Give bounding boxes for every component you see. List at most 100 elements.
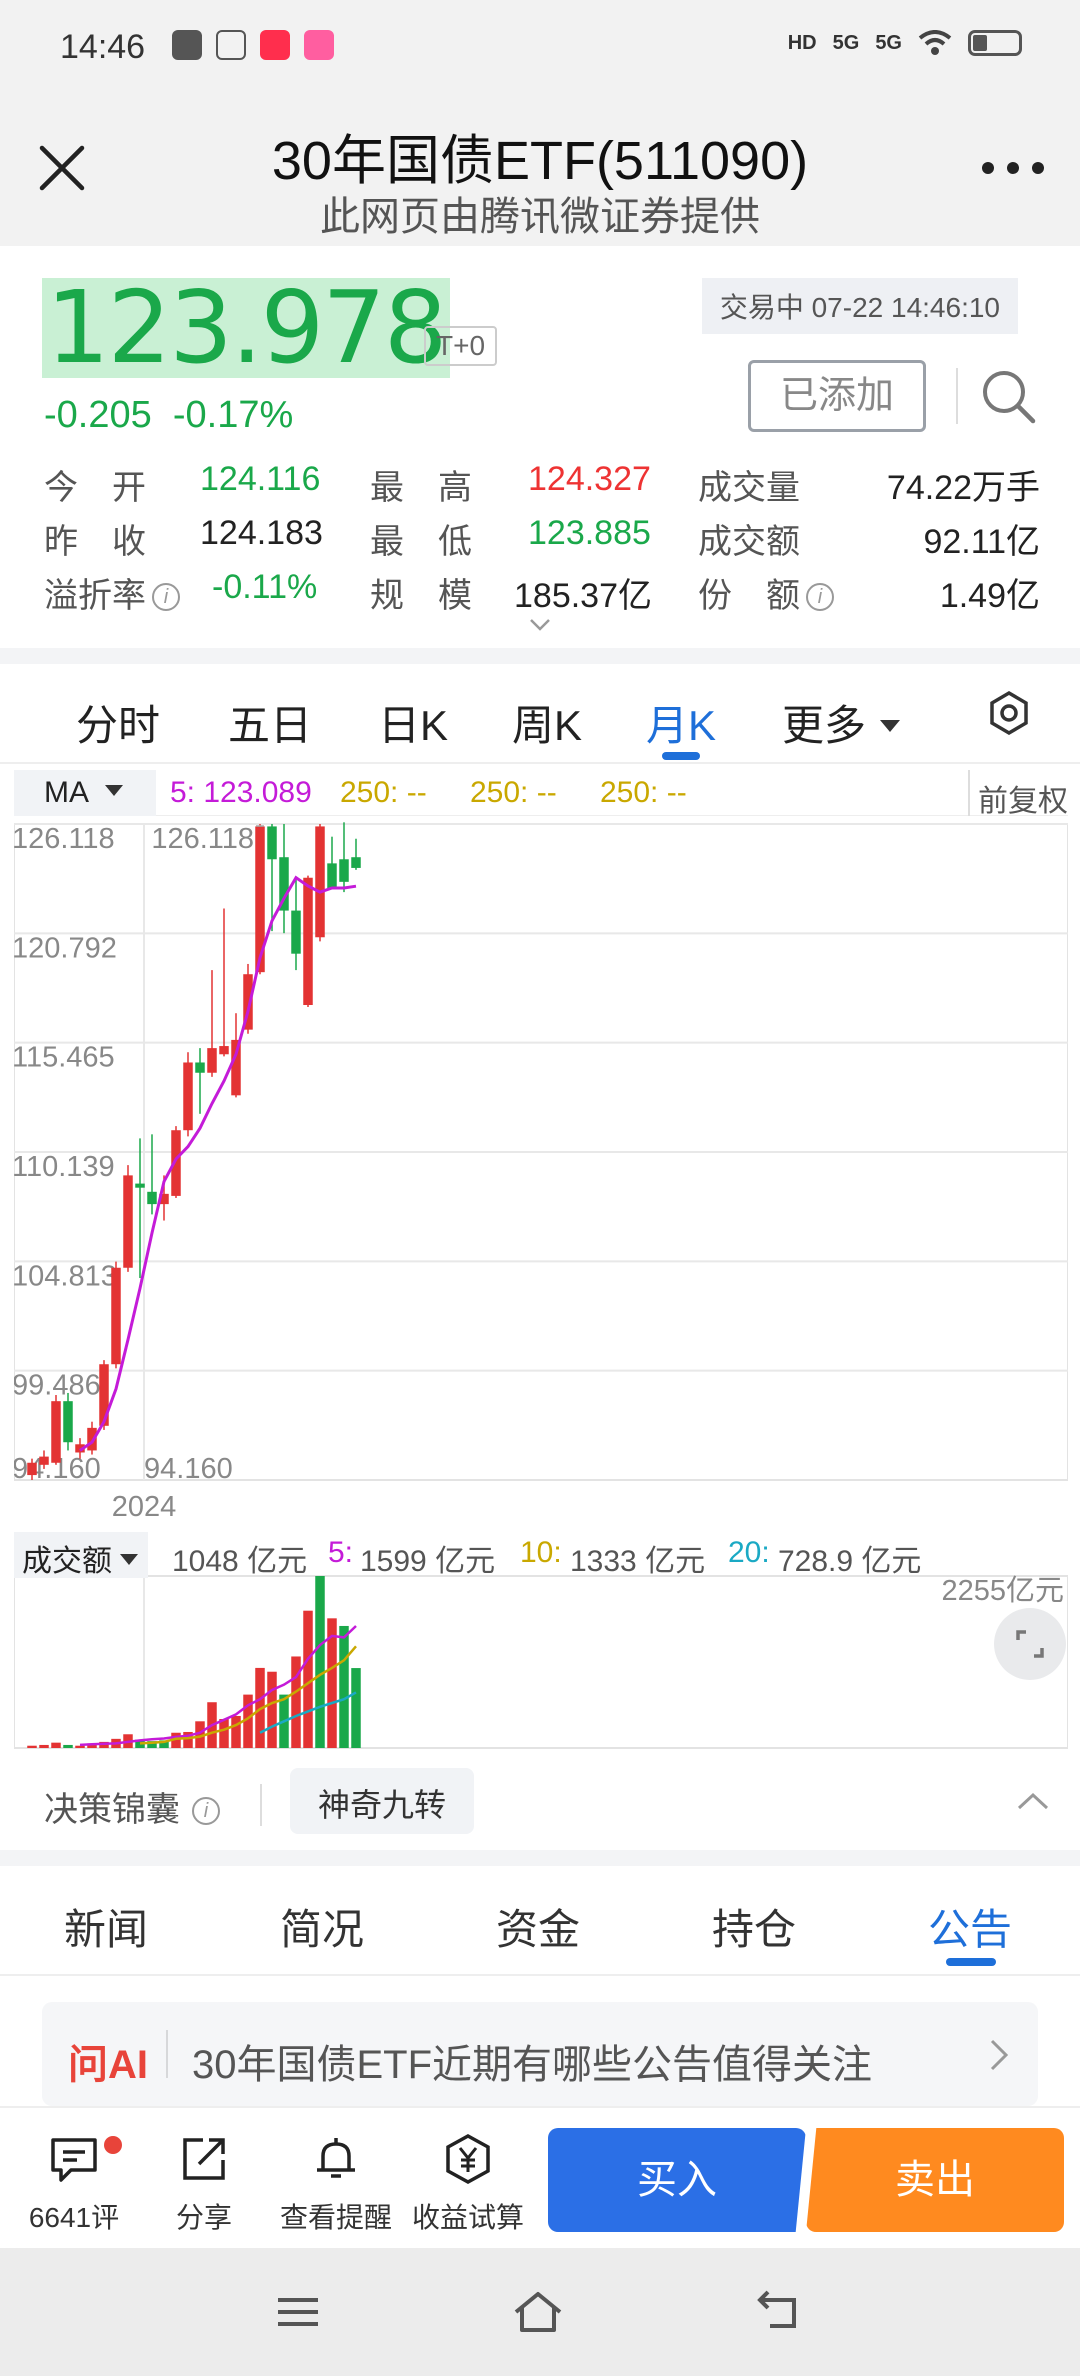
volume-bar (219, 1719, 229, 1748)
tab-holdings[interactable]: 持仓 (712, 1896, 796, 1957)
home-icon[interactable] (512, 2288, 564, 2336)
tab-daily-k[interactable]: 日K (378, 692, 448, 753)
info-tabs: 新闻 简况 资金 持仓 公告 (0, 1866, 1080, 1976)
comments-label: 6641评 (28, 2202, 120, 2233)
tab-monthly-k[interactable]: 月K (646, 692, 716, 753)
candle-body (147, 1191, 157, 1205)
candle-body (39, 1456, 49, 1465)
magic-nine-chip[interactable]: 神奇九转 (290, 1768, 475, 1834)
info-icon[interactable]: i (152, 583, 180, 611)
xiaohongshu-icon (260, 30, 290, 60)
added-watchlist-button[interactable]: 已添加 (748, 360, 926, 432)
tab-five-day[interactable]: 五日 (228, 692, 312, 753)
volume-ma5-label: 5: (328, 1536, 354, 1569)
volume-ma10-label: 10: (520, 1536, 562, 1569)
volume-current: 1048 亿元 (172, 1545, 308, 1578)
volume-bar (351, 1668, 361, 1748)
volume-selector[interactable]: 成交额 (14, 1532, 148, 1578)
active-tab-indicator (946, 1958, 996, 1966)
expand-icon[interactable] (994, 1608, 1066, 1680)
bottom-action-bar: 6641评 分享 查看提醒 收益试算 买入 卖出 (0, 2106, 1080, 2248)
ask-ai-card[interactable]: 问AI 30年国债ETF近期有哪些公告值得关注 (42, 2002, 1038, 2106)
y-tick-label: 99.486 (14, 1370, 101, 1402)
stat-value: 124.183 (200, 514, 323, 552)
more-dots-icon[interactable] (982, 158, 1044, 178)
decision-label[interactable]: 决策锦囊 i (44, 1782, 220, 1831)
scissors-app-icon (172, 30, 202, 60)
info-icon[interactable]: i (806, 583, 834, 611)
tab-intraday[interactable]: 分时 (76, 692, 160, 753)
divider (956, 368, 958, 424)
candle-body (315, 826, 325, 938)
profit-calc-button[interactable]: 收益试算 (408, 2124, 528, 2236)
candle-body (291, 910, 301, 954)
trade-status: 交易中 07-22 14:46:10 (701, 278, 1018, 334)
comments-button[interactable]: 6641评 (14, 2124, 134, 2236)
alipay-icon (216, 30, 246, 60)
volume-bar (51, 1742, 61, 1748)
title-bar: 30年国债ETF(511090) 此网页由腾讯微证券提供 (0, 96, 1080, 246)
candle-body (351, 857, 361, 868)
tab-news[interactable]: 新闻 (64, 1896, 148, 1957)
candle-body (135, 1183, 145, 1188)
caret-down-icon (120, 1554, 138, 1565)
adjust-mode-button[interactable]: 前复权 (968, 770, 1068, 818)
divider (166, 2030, 168, 2078)
chevron-up-icon[interactable] (1016, 1790, 1050, 1812)
stat-label: 份 额i (698, 568, 834, 617)
stat-label-text: 溢折率 (44, 577, 146, 615)
ma-legend: 5: 123.089 (170, 776, 312, 809)
indicator-selector[interactable]: MA (14, 770, 156, 816)
search-icon[interactable] (976, 364, 1040, 428)
candle-body (207, 1048, 217, 1073)
buy-button[interactable]: 买入 (548, 2128, 806, 2232)
signal-5g-icon: 5G (875, 31, 902, 54)
volume-bar (315, 1576, 325, 1748)
candle-body (219, 1046, 229, 1055)
volume-bar (231, 1715, 241, 1748)
volume-bar (63, 1744, 73, 1748)
chevron-down-icon[interactable] (528, 616, 552, 634)
menu-icon[interactable] (272, 2288, 324, 2336)
tab-announcements[interactable]: 公告 (928, 1896, 1012, 1957)
tab-profile[interactable]: 简况 (280, 1896, 364, 1957)
stat-label: 今 开 (44, 469, 146, 507)
sell-button[interactable]: 卖出 (806, 2128, 1064, 2232)
candle-body (111, 1267, 121, 1365)
share-button[interactable]: 分享 (144, 2124, 264, 2236)
ma-legend: 250: -- (470, 776, 557, 809)
ma-legend-bar: MA 5: 123.089 250: -- 250: -- 250: -- 前复… (14, 770, 1068, 818)
decision-label-text: 决策锦囊 (44, 1791, 180, 1829)
stat-value: 124.116 (200, 460, 321, 498)
back-icon[interactable] (752, 2288, 804, 2336)
change-percent: -0.17% (172, 394, 294, 436)
ask-ai-label: 问AI (68, 2043, 148, 2087)
candle-body (123, 1175, 133, 1268)
stat-value: 92.11亿 (923, 523, 1040, 561)
stat-label: 溢折率 i (44, 568, 180, 617)
tab-weekly-k[interactable]: 周K (512, 692, 582, 753)
volume-ma10-value: 1333 亿元 (570, 1545, 706, 1578)
tab-more[interactable]: 更多 (782, 692, 901, 753)
hd-icon: HD (787, 31, 817, 54)
kline-tabs: 分时 五日 日K 周K 月K 更多 (0, 664, 1080, 764)
alerts-button[interactable]: 查看提醒 (276, 2124, 396, 2236)
volume-bar (75, 1745, 85, 1748)
stat-label: 最 低 (370, 523, 472, 561)
info-icon[interactable]: i (192, 1797, 220, 1825)
candle-body (195, 1062, 205, 1073)
status-bar: 14:46 HD 5G 5G (0, 0, 1080, 96)
volume-max-label: 2255亿元 (941, 1574, 1064, 1607)
ma-legend: 250: -- (340, 776, 427, 809)
lol-app-icon (304, 30, 334, 60)
volume-selector-label: 成交额 (22, 1545, 112, 1578)
y-tick-label: 110.139 (14, 1151, 115, 1183)
settings-icon[interactable] (986, 690, 1032, 736)
stats-row: 今 开 124.116 最 高 124.327 成交量 74.22万手 (44, 460, 1040, 510)
page-subtitle: 此网页由腾讯微证券提供 (320, 195, 760, 239)
ma5-line (79, 875, 357, 1452)
tab-funds[interactable]: 资金 (496, 1896, 580, 1957)
battery-icon (968, 30, 1022, 56)
decision-bar: 决策锦囊 i 神奇九转 (0, 1760, 1080, 1850)
stat-value: 185.37亿 (514, 577, 652, 615)
